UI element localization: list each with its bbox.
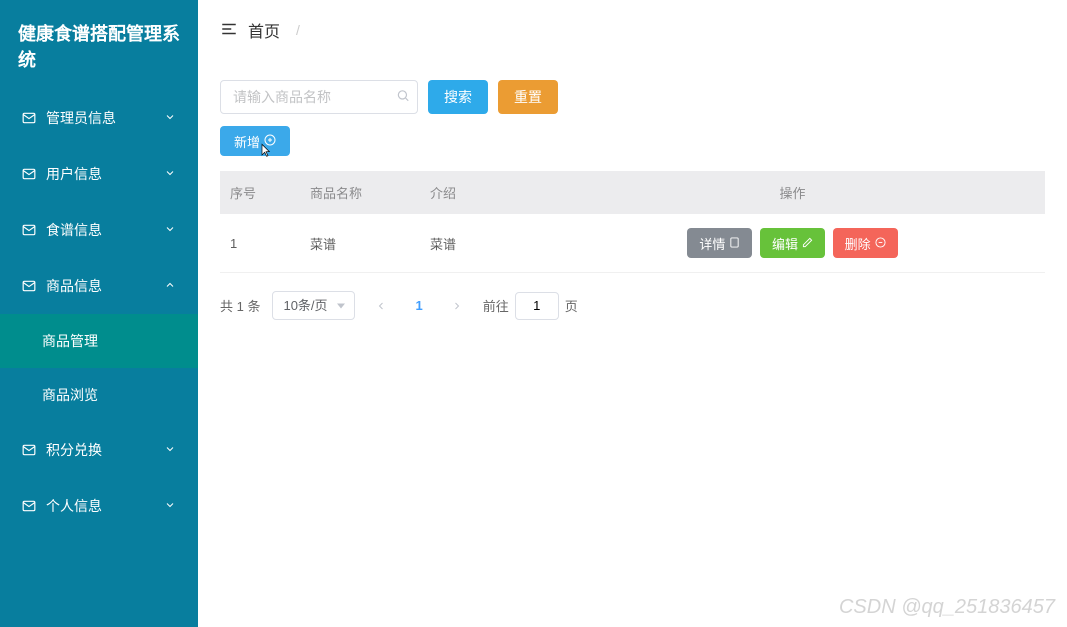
search-icon (396, 89, 410, 106)
sidebar-item-recipe[interactable]: 食谱信息 (0, 202, 198, 258)
prev-page-button[interactable] (367, 292, 395, 320)
mail-icon (22, 111, 36, 125)
sidebar: 健康食谱搭配管理系统 管理员信息 用户信息 食谱信息 商品信息 商品管理 商品浏… (0, 0, 198, 627)
search-button[interactable]: 搜索 (428, 80, 488, 114)
cell-index: 1 (220, 214, 300, 273)
pagination: 共 1 条 10条/页 1 前往 页 (220, 291, 1045, 320)
chevron-down-icon (164, 110, 176, 126)
th-index: 序号 (220, 171, 300, 214)
goto-prefix: 前往 (483, 296, 509, 315)
page-goto: 前往 页 (483, 292, 578, 320)
edit-icon (802, 236, 813, 251)
cell-intro: 菜谱 (420, 214, 540, 273)
chevron-down-icon (164, 498, 176, 514)
total-text: 共 1 条 (220, 296, 260, 315)
add-button[interactable]: 新增 (220, 126, 290, 156)
sidebar-item-label: 积分兑换 (46, 440, 102, 460)
sidebar-item-label: 商品信息 (46, 276, 102, 296)
mail-icon (22, 499, 36, 513)
delete-label: 删除 (845, 234, 871, 253)
th-name: 商品名称 (300, 171, 420, 214)
breadcrumb-sep: / (296, 22, 300, 38)
search-input[interactable] (220, 80, 418, 114)
sidebar-item-label: 个人信息 (46, 496, 102, 516)
current-page[interactable]: 1 (407, 298, 430, 313)
main-content: 首页 / 搜索 重置 新增 序号 (198, 0, 1067, 627)
sidebar-subitem-product-manage[interactable]: 商品管理 (0, 314, 198, 368)
goto-input[interactable] (515, 292, 559, 320)
sidebar-item-points[interactable]: 积分兑换 (0, 422, 198, 478)
th-ops: 操作 (540, 171, 1045, 214)
toolbar: 搜索 重置 (220, 80, 1045, 114)
chevron-down-icon (164, 166, 176, 182)
sidebar-item-label: 管理员信息 (46, 108, 116, 128)
data-table: 序号 商品名称 介绍 操作 1 菜谱 菜谱 详情 (220, 171, 1045, 273)
detail-label: 详情 (699, 234, 725, 253)
page-size-select[interactable]: 10条/页 (272, 291, 355, 320)
sidebar-item-label: 商品管理 (42, 333, 98, 349)
search-wrap (220, 80, 418, 114)
next-page-button[interactable] (443, 292, 471, 320)
sidebar-item-label: 用户信息 (46, 164, 102, 184)
breadcrumb-home[interactable]: 首页 (248, 18, 280, 42)
sidebar-item-label: 商品浏览 (42, 387, 98, 403)
edit-button[interactable]: 编辑 (760, 228, 825, 258)
delete-button[interactable]: 删除 (833, 228, 898, 258)
menu-toggle-icon[interactable] (220, 20, 238, 41)
plus-circle-icon (264, 134, 276, 149)
table-header-row: 序号 商品名称 介绍 操作 (220, 171, 1045, 214)
sidebar-item-admin[interactable]: 管理员信息 (0, 90, 198, 146)
reset-button[interactable]: 重置 (498, 80, 558, 114)
sidebar-item-profile[interactable]: 个人信息 (0, 478, 198, 534)
chevron-down-icon (164, 222, 176, 238)
topbar: 首页 / (198, 0, 1067, 60)
sidebar-item-label: 食谱信息 (46, 220, 102, 240)
minus-circle-icon (875, 236, 886, 251)
sidebar-subitem-product-browse[interactable]: 商品浏览 (0, 368, 198, 422)
tablet-icon (729, 236, 740, 251)
mail-icon (22, 167, 36, 181)
app-title: 健康食谱搭配管理系统 (0, 0, 198, 90)
chevron-down-icon (164, 442, 176, 458)
cell-ops: 详情 编辑 删除 (540, 214, 1045, 273)
sidebar-item-product[interactable]: 商品信息 (0, 258, 198, 314)
chevron-up-icon (164, 278, 176, 294)
mail-icon (22, 279, 36, 293)
watermark: CSDN @qq_251836457 (839, 596, 1055, 619)
detail-button[interactable]: 详情 (687, 228, 752, 258)
add-button-label: 新增 (234, 132, 260, 151)
mail-icon (22, 443, 36, 457)
sidebar-item-user[interactable]: 用户信息 (0, 146, 198, 202)
cell-name: 菜谱 (300, 214, 420, 273)
th-intro: 介绍 (420, 171, 540, 214)
table-row: 1 菜谱 菜谱 详情 编辑 (220, 214, 1045, 273)
goto-suffix: 页 (565, 296, 578, 315)
edit-label: 编辑 (772, 234, 798, 253)
mail-icon (22, 223, 36, 237)
